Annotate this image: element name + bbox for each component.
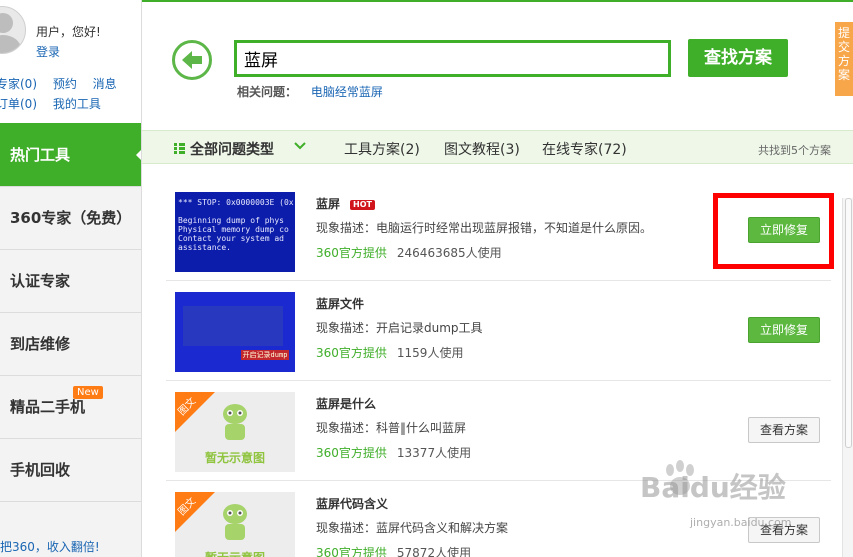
sidebar-item-used-phones[interactable]: 精品二手机 New bbox=[0, 375, 141, 438]
submit-solution-tab[interactable]: 提交方案 bbox=[835, 22, 853, 96]
sidebar-item-certified-experts[interactable]: 认证专家 bbox=[0, 249, 141, 312]
back-button[interactable] bbox=[172, 40, 212, 80]
fix-now-button[interactable]: 立即修复 bbox=[748, 317, 820, 343]
result-description: 现象描述：科普‖什么叫蓝屏 bbox=[316, 421, 467, 435]
tab-tool-solutions[interactable]: 工具方案(2) bbox=[344, 139, 420, 159]
user-links-row1: 专家(0) 预约 消息 bbox=[0, 75, 129, 92]
tab-tutorials[interactable]: 图文教程(3) bbox=[444, 139, 520, 159]
user-greeting: 用户，您好! bbox=[36, 25, 101, 39]
filter-bar: 全部问题类型 工具方案(2) 图文教程(3) 在线专家(72) 共找到5个方案 bbox=[142, 130, 853, 164]
android-robot-icon bbox=[223, 504, 247, 540]
result-title[interactable]: 蓝屏代码含义 bbox=[316, 495, 388, 512]
sidebar-item-360-experts[interactable]: 360专家（免费） bbox=[0, 186, 141, 249]
result-title-text: 蓝屏 bbox=[316, 197, 341, 211]
result-meta: 360官方提供 246463685人使用 bbox=[316, 244, 502, 261]
related-link[interactable]: 电脑经常蓝屏 bbox=[311, 85, 383, 99]
bsod-text: *** STOP: 0x0000003E (0x Beginning dump … bbox=[178, 198, 294, 252]
sidebar-item-hot-tools[interactable]: 热门工具 bbox=[0, 123, 141, 186]
result-count: 共找到5个方案 bbox=[758, 144, 831, 157]
user-links-row2: 订单(0) 我的工具 bbox=[0, 95, 113, 112]
thumb-red-label: 开启记录dump bbox=[241, 350, 289, 360]
result-source: 360官方提供 bbox=[316, 346, 387, 360]
result-users: 57872人使用 bbox=[396, 546, 472, 557]
sidebar-item-label: 360专家（免费） bbox=[10, 209, 132, 227]
messages-link[interactable]: 消息 bbox=[93, 77, 117, 91]
page-root: 用户，您好! 登录 专家(0) 预约 消息 订单(0) 我的工具 热门工具 36… bbox=[0, 0, 853, 557]
related-questions: 相关问题： 电脑经常蓝屏 bbox=[237, 83, 383, 100]
avatar[interactable] bbox=[0, 6, 26, 54]
hot-badge: HOT bbox=[350, 199, 375, 210]
result-meta: 360官方提供 13377人使用 bbox=[316, 444, 471, 461]
search-button[interactable]: 查找方案 bbox=[688, 39, 788, 77]
result-description: 现象描述：蓝屏代码含义和解决方案 bbox=[316, 521, 509, 535]
all-types-dropdown[interactable]: 全部问题类型 bbox=[190, 139, 274, 159]
result-users: 246463685人使用 bbox=[396, 246, 502, 260]
no-image-caption: 暂无示意图 bbox=[204, 451, 265, 465]
scrollbar-thumb[interactable] bbox=[845, 198, 852, 448]
no-image-thumbnail[interactable]: 图文 暂无示意图 bbox=[175, 392, 295, 472]
my-tools-link[interactable]: 我的工具 bbox=[53, 97, 101, 111]
search-input[interactable] bbox=[237, 43, 668, 74]
arrow-left-icon bbox=[182, 51, 202, 69]
search-box bbox=[234, 40, 671, 77]
tab-online-experts[interactable]: 在线专家(72) bbox=[542, 139, 627, 159]
new-badge: New bbox=[73, 386, 103, 399]
highlight-box bbox=[713, 193, 834, 269]
android-robot-icon bbox=[223, 404, 247, 440]
watermark-logo: Baidu经验 bbox=[640, 471, 786, 504]
result-title[interactable]: 蓝屏 HOT bbox=[316, 195, 375, 212]
scrollbar[interactable] bbox=[842, 198, 853, 557]
result-source: 360官方提供 bbox=[316, 546, 387, 557]
sidebar-item-phone-recycle[interactable]: 手机回收 bbox=[0, 438, 141, 501]
result-source: 360官方提供 bbox=[316, 246, 387, 260]
no-image-caption: 暂无示意图 bbox=[175, 549, 295, 557]
sidebar-item-store-repair[interactable]: 到店维修 bbox=[0, 312, 141, 375]
result-meta: 360官方提供 1159人使用 bbox=[316, 344, 463, 361]
bsod-thumbnail[interactable]: 开启记录dump bbox=[175, 292, 295, 372]
result-source: 360官方提供 bbox=[316, 446, 387, 460]
result-meta: 360官方提供 57872人使用 bbox=[316, 544, 471, 557]
sidebar-item-label: 手机回收 bbox=[10, 461, 71, 479]
sidebar-item-label: 认证专家 bbox=[10, 272, 71, 290]
watermark-url: jingyan.baidu.com bbox=[690, 516, 792, 529]
list-icon bbox=[174, 143, 185, 154]
result-item: 开启记录dump 蓝屏文件 现象描述：开启记录dump工具 360官方提供 115… bbox=[166, 281, 831, 381]
sidebar-item-label: 热门工具 bbox=[10, 146, 71, 164]
sidebar-footer-link[interactable]: 把360，收入翻倍! bbox=[0, 538, 100, 555]
sidebar-item-label: 精品二手机 bbox=[10, 398, 86, 416]
result-users: 13377人使用 bbox=[396, 446, 472, 460]
result-title[interactable]: 蓝屏是什么 bbox=[316, 395, 376, 412]
appointment-link[interactable]: 预约 bbox=[53, 77, 77, 91]
chevron-down-icon[interactable] bbox=[294, 141, 306, 151]
my-experts-link[interactable]: 专家(0) bbox=[0, 77, 37, 91]
sidebar-item-label: 到店维修 bbox=[10, 335, 71, 353]
no-image-thumbnail[interactable]: 图文 暂无示意图 bbox=[175, 492, 295, 557]
sidebar: 用户，您好! 登录 专家(0) 预约 消息 订单(0) 我的工具 热门工具 36… bbox=[0, 0, 142, 557]
result-users: 1159人使用 bbox=[396, 346, 464, 360]
bsod-thumbnail[interactable]: *** STOP: 0x0000003E (0x Beginning dump … bbox=[175, 192, 295, 272]
view-solution-button[interactable]: 查看方案 bbox=[748, 417, 820, 443]
watermark: Baidu经验 jingyan.baidu.com bbox=[640, 460, 840, 550]
result-title[interactable]: 蓝屏文件 bbox=[316, 295, 364, 312]
top-accent-line bbox=[142, 0, 853, 2]
login-link[interactable]: 登录 bbox=[36, 43, 60, 60]
result-description: 现象描述：开启记录dump工具 bbox=[316, 321, 483, 335]
result-description: 现象描述：电脑运行时经常出现蓝屏报错，不知道是什么原因。 bbox=[316, 221, 653, 235]
related-label: 相关问题： bbox=[237, 85, 298, 99]
orders-link[interactable]: 订单(0) bbox=[0, 97, 37, 111]
user-box: 用户，您好! 登录 专家(0) 预约 消息 订单(0) 我的工具 bbox=[0, 0, 141, 123]
